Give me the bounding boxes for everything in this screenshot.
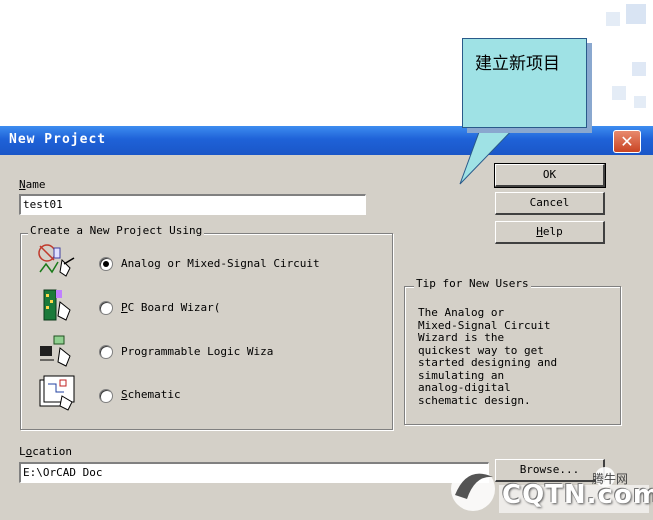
schematic-icon	[39, 375, 75, 411]
close-icon: ✕	[620, 132, 634, 151]
help-button[interactable]: Help	[495, 221, 605, 244]
tip-group-title: Tip for New Users	[414, 277, 531, 290]
tip-body-text: The Analog or Mixed-Signal Circuit Wizar…	[418, 306, 558, 407]
pc-board-wizard-icon	[43, 289, 71, 321]
watermark-brand: CQTN.com	[502, 480, 653, 510]
schematic-radio[interactable]	[99, 389, 113, 403]
location-input[interactable]: E:\OrCAD Doc	[19, 462, 489, 483]
watermark-site: 腾牛网	[592, 472, 629, 486]
decor-square	[626, 4, 646, 24]
project-name-input[interactable]: test01	[19, 194, 366, 215]
location-label: Location	[19, 445, 72, 458]
name-label: Name	[19, 178, 46, 191]
schematic-label[interactable]: Schematic	[121, 388, 181, 401]
close-button[interactable]: ✕	[613, 130, 641, 153]
programmable-logic-radio[interactable]	[99, 345, 113, 359]
callout-box: 建立新项目	[462, 38, 587, 128]
analog-circuit-label[interactable]: Analog or Mixed-Signal Circuit	[121, 257, 320, 270]
analog-wizard-icon	[38, 244, 75, 277]
pc-board-label[interactable]: PC Board Wizar(	[121, 301, 220, 314]
create-using-group-title: Create a New Project Using	[28, 224, 205, 237]
decor-square	[634, 96, 646, 108]
programmable-logic-icon	[40, 335, 71, 367]
cancel-button[interactable]: Cancel	[495, 192, 605, 215]
analog-circuit-radio[interactable]	[99, 257, 113, 271]
dialog-title: New Project	[9, 132, 107, 147]
decor-square	[612, 86, 626, 100]
callout-text: 建立新项目	[475, 54, 560, 74]
callout-pointer	[459, 124, 519, 185]
title-bar[interactable]: New Project ✕	[0, 126, 653, 155]
decor-square	[632, 62, 646, 76]
pc-board-radio[interactable]	[99, 301, 113, 315]
decor-square	[606, 12, 620, 26]
programmable-logic-label[interactable]: Programmable Logic Wiza	[121, 345, 273, 358]
